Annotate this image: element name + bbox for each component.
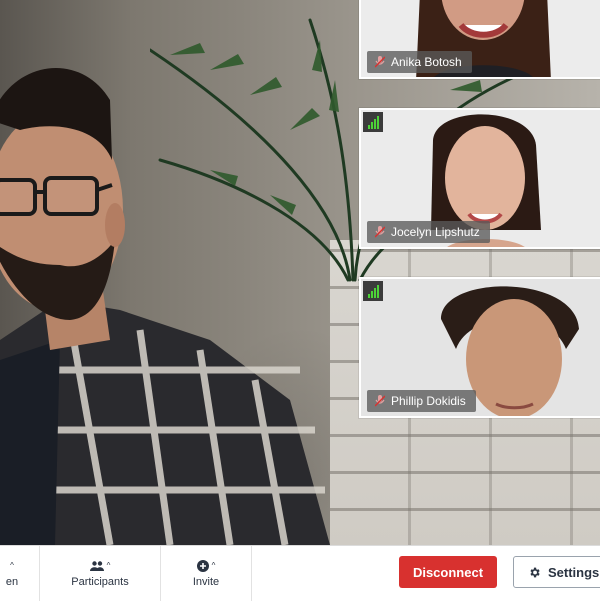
bottom-toolbar: ^ en ^ Participants ^ Invite <box>0 545 600 601</box>
invite-label: Invite <box>192 576 220 588</box>
participant-tile[interactable]: Anika Botosh <box>359 0 600 79</box>
microphone-muted-icon <box>375 395 385 407</box>
disconnect-button[interactable]: Disconnect <box>399 556 497 588</box>
settings-label: Settings <box>548 564 600 580</box>
signal-bars-icon <box>363 112 383 132</box>
chevron-up-icon: ^ <box>10 561 14 570</box>
participants-button[interactable]: ^ Participants <box>40 546 160 601</box>
participant-tile[interactable]: Phillip Dokidis <box>359 277 600 418</box>
participants-label: Participants <box>71 576 129 588</box>
plus-circle-icon <box>196 560 209 572</box>
invite-button[interactable]: ^ Invite <box>161 546 251 601</box>
participant-name-tag: Phillip Dokidis <box>367 390 476 412</box>
chevron-up-icon: ^ <box>211 561 216 570</box>
participant-name-tag: Anika Botosh <box>367 51 472 73</box>
people-icon <box>89 561 104 571</box>
settings-button[interactable]: Settings <box>513 556 600 588</box>
speaker-person <box>0 67 330 545</box>
microphone-muted-icon <box>375 226 385 238</box>
toolbar-divider <box>251 546 252 601</box>
participant-tile[interactable]: Jocelyn Lipshutz <box>359 108 600 249</box>
participant-name: Anika Botosh <box>391 55 462 69</box>
share-screen-button[interactable]: ^ en <box>0 546 32 601</box>
share-screen-label: en <box>5 576 19 588</box>
microphone-muted-icon <box>375 56 385 68</box>
main-speaker-video <box>0 0 600 545</box>
chevron-up-icon: ^ <box>106 561 111 570</box>
participant-name: Jocelyn Lipshutz <box>391 225 480 239</box>
participant-name-tag: Jocelyn Lipshutz <box>367 221 490 243</box>
gear-icon <box>530 567 540 577</box>
participant-name: Phillip Dokidis <box>391 394 466 408</box>
signal-bars-icon <box>363 281 383 301</box>
